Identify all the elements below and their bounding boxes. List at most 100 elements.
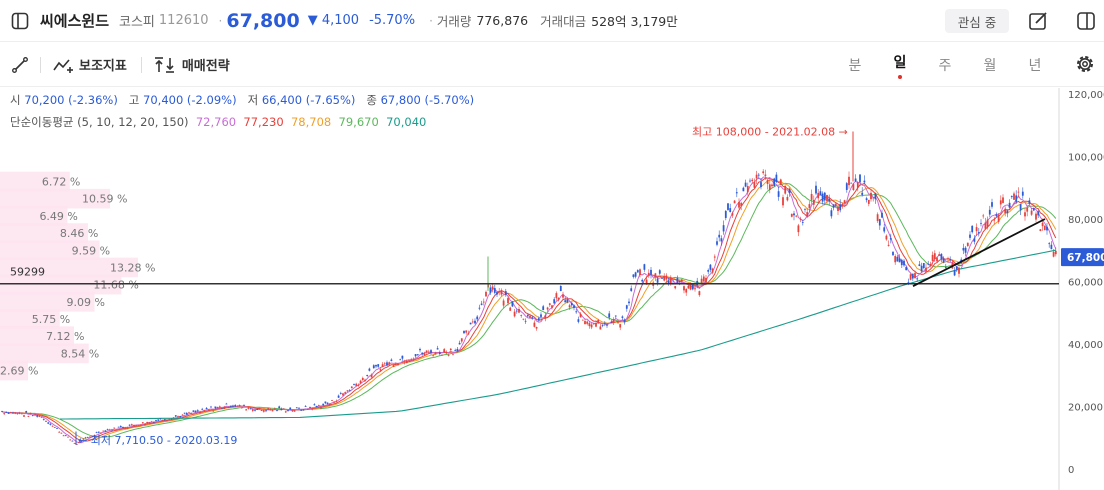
candle-body [698, 291, 701, 296]
candle-body [496, 292, 498, 295]
candle-body [944, 266, 947, 268]
sidebar-toggle-icon[interactable] [0, 0, 40, 42]
candle-body [291, 410, 294, 412]
watchlist-button[interactable]: 관심 중 [945, 9, 1009, 33]
candle-body [733, 200, 736, 204]
candle-body [606, 324, 608, 326]
candle-body [313, 404, 316, 406]
period-minute-tab[interactable]: 분 [840, 43, 870, 87]
candle-body [702, 276, 705, 282]
candle-body [346, 390, 349, 392]
candle-body [430, 350, 432, 353]
candle-body [1037, 211, 1040, 216]
candle-body [381, 364, 384, 367]
candle-body [601, 325, 604, 326]
candle-body [711, 268, 714, 273]
candle-body [689, 284, 692, 290]
candle-body [254, 409, 256, 411]
candle-body [665, 275, 668, 280]
candle-body [170, 418, 173, 420]
candle-body [537, 318, 540, 321]
ma-12-value: 78,708 [290, 115, 332, 129]
candle-body [777, 191, 780, 197]
candle-body [471, 321, 474, 323]
candle-body [544, 315, 547, 319]
panel-toggle-icon[interactable] [1076, 11, 1096, 35]
candle-body [372, 365, 375, 369]
candle-body [449, 348, 452, 351]
candle-body [427, 351, 430, 353]
y-tick-label: 40,000 [1068, 340, 1103, 351]
candle-body [881, 212, 883, 218]
candle-body [108, 429, 111, 431]
volume-profile-label: 5.75 % [32, 313, 70, 326]
current-price-tag-label: 67,800 [1067, 252, 1104, 264]
settings-gear-icon[interactable] [1074, 53, 1096, 79]
volume-label: 거래량 [436, 14, 472, 29]
indicator-button[interactable]: 보조지표 [53, 55, 127, 74]
candle-body [907, 281, 910, 283]
candle-body [1026, 207, 1029, 212]
candle-body [790, 213, 793, 217]
candle-body [276, 410, 278, 412]
candle-body [344, 392, 347, 394]
candle-body [304, 406, 307, 407]
candle-body [911, 273, 914, 279]
candle-body [386, 362, 388, 366]
candle-body [740, 202, 743, 207]
indicator-label: 보조지표 [79, 59, 127, 74]
candle-body [278, 406, 281, 409]
candle-body [12, 412, 14, 414]
candle-body [953, 270, 956, 276]
ma-5-value: 72,760 [195, 115, 237, 129]
period-year-tab[interactable]: 년 [1020, 43, 1050, 87]
candle-body [185, 413, 188, 415]
candle-body [654, 273, 657, 278]
strategy-button[interactable]: 매매전략 [154, 55, 230, 74]
candle-body [843, 200, 846, 204]
candle-body [819, 191, 822, 195]
candle-body [764, 174, 767, 176]
volume-value: 776,876 [476, 13, 529, 28]
candle-body [469, 322, 472, 325]
candle-body [705, 277, 707, 283]
candle-body [293, 410, 296, 412]
candle-body [368, 368, 371, 371]
period-day-tab[interactable]: 일 [885, 43, 915, 87]
period-week-tab[interactable]: 주 [930, 43, 960, 87]
candle-body [148, 422, 151, 424]
candle-body [786, 196, 789, 201]
candle-body [636, 270, 639, 273]
candle-body [861, 192, 864, 195]
candle-body [423, 353, 426, 355]
candle-body [676, 278, 679, 283]
candle-body [889, 238, 892, 240]
candle-body [806, 212, 809, 217]
candle-body [97, 431, 100, 433]
candle-body [821, 193, 824, 202]
candle-body [872, 197, 875, 199]
candle-body [256, 409, 259, 410]
candle-body [856, 182, 859, 188]
candle-body [971, 225, 974, 233]
candle-body [533, 322, 536, 327]
candle-body [779, 179, 782, 185]
candle-body [282, 408, 285, 410]
close-value: 67,800 (-5.70%) [380, 93, 475, 107]
price-chart[interactable]: 0 20,000 40,000 60,000 80,000 100,000 120,000 6… [0, 88, 1104, 490]
candle-body [1030, 210, 1033, 215]
candle-body [641, 279, 644, 282]
candle-body [1010, 196, 1013, 198]
edit-icon[interactable] [1028, 11, 1048, 35]
draw-line-icon[interactable] [0, 56, 40, 74]
candle-body [975, 227, 978, 232]
candle-body [117, 426, 120, 428]
candle-body [16, 413, 19, 415]
candle-body [925, 267, 927, 272]
candle-body [493, 288, 496, 293]
candle-body [317, 405, 320, 407]
period-month-tab[interactable]: 월 [975, 43, 1005, 87]
candle-body [447, 354, 450, 356]
high-annotation: 최고 108,000 - 2021.02.08 → [692, 126, 848, 139]
candle-body [432, 355, 435, 357]
